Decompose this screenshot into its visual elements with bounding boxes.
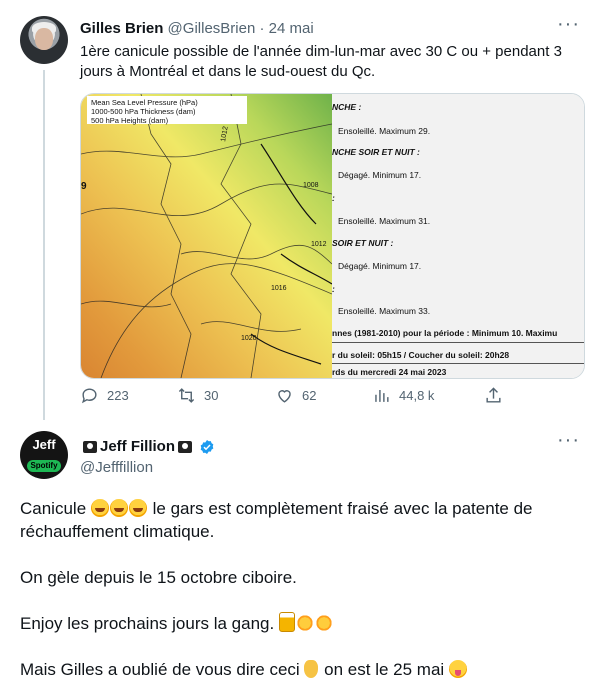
contour-label: 1020 <box>241 335 257 342</box>
contour-label: 1012 <box>311 241 327 248</box>
reply-count: 223 <box>107 388 129 403</box>
forecast-normals: nnes (1981-2010) pour la période : Minim… <box>332 328 558 338</box>
author-handle[interactable]: @GillesBrien <box>168 20 256 37</box>
author-name[interactable]: Gilles Brien <box>80 20 163 37</box>
more-options-icon[interactable]: ··· <box>557 14 580 34</box>
contour-label: 1008 <box>303 182 319 189</box>
beer-emoji <box>278 612 295 632</box>
quoted-parent-tweet[interactable]: Gilles Brien @GillesBrien · 24 mai ··· 1… <box>0 0 600 420</box>
legend-line: 500 hPa Heights (dam) <box>91 116 169 125</box>
retweet-icon <box>178 388 195 403</box>
separator-dot: · <box>259 20 265 37</box>
divider <box>332 363 584 364</box>
legend-line: 1000-500 hPa Thickness (dam) <box>91 107 196 116</box>
pirate-flag-icon <box>178 441 192 453</box>
avatar-jeff-fillion[interactable]: Jeff Spotify <box>20 431 68 479</box>
avatar-jeff-text: Jeff <box>32 437 56 452</box>
paragraph-4: Mais Gilles a oublié de vous dire ceci o… <box>20 658 580 681</box>
main-tweet[interactable]: Jeff Spotify Jeff Fillion @Jefffillion ·… <box>0 420 600 693</box>
tweet-date[interactable]: 24 mai <box>269 20 314 37</box>
legend-line: Mean Sea Level Pressure (hPa) <box>91 98 198 107</box>
thread-connector-line <box>43 70 45 420</box>
sun-emoji <box>314 614 333 632</box>
paragraph-3: Enjoy les prochains jours la gang. <box>20 612 580 635</box>
text-run: On gèle depuis le 15 octobre ciboire. <box>20 568 297 587</box>
forecast-line: Ensoleillé. Maximum 29. <box>338 126 431 136</box>
share-button[interactable] <box>484 386 511 405</box>
more-options-icon[interactable]: ··· <box>557 430 580 450</box>
divider <box>332 342 584 343</box>
forecast-heading: SOIR ET NUIT : <box>332 238 394 248</box>
text-run: on est le 25 mai <box>324 660 445 679</box>
text-run: Canicule <box>20 499 87 518</box>
views-button[interactable]: 44,8 k <box>372 386 434 405</box>
like-button[interactable]: 62 <box>275 386 316 405</box>
forecast-heading: NCHE : <box>332 102 362 112</box>
pirate-flag-icon <box>83 441 97 453</box>
avatar-spotify-badge: Spotify <box>27 460 61 472</box>
contour-label: 9 <box>81 181 87 192</box>
avatar-face <box>35 28 53 50</box>
reply-icon <box>81 388 97 404</box>
like-count: 62 <box>302 388 317 403</box>
tweet-body: Canicule le gars est complètement fraisé… <box>20 497 580 681</box>
weather-map: 1012 1008 1012 1016 1020 9 <box>81 94 332 378</box>
forecast-line: Dégagé. Minimum 17. <box>338 170 422 180</box>
author-name-row[interactable]: Jeff Fillion <box>80 437 215 457</box>
tweet-text: 1ère canicule possible de l'année dim-lu… <box>80 43 562 80</box>
pointing-down-emoji <box>304 660 319 678</box>
paragraph-1-cont: réchauffement climatique. <box>20 520 580 543</box>
avatar-gilles-brien[interactable] <box>20 16 68 64</box>
forecast-line: Dégagé. Minimum 17. <box>338 261 422 271</box>
author-handle[interactable]: @Jefffillion <box>80 458 153 478</box>
tweet-thread: Gilles Brien @GillesBrien · 24 mai ··· 1… <box>0 0 600 693</box>
paragraph-2: On gèle depuis le 15 octobre ciboire. <box>20 566 580 589</box>
text-run: réchauffement climatique. <box>20 522 215 541</box>
retweet-button[interactable]: 30 <box>177 386 218 405</box>
tweet-media-image[interactable]: 1012 1008 1012 1016 1020 9 Mean Sea Leve… <box>80 93 585 379</box>
forecast-date: rds du mercredi 24 mai 2023 <box>332 367 447 377</box>
text-run: Enjoy les prochains jours la gang. <box>20 614 275 633</box>
verified-badge-icon <box>200 440 214 454</box>
tweet-actions: 223 30 62 44,8 k <box>80 386 580 412</box>
forecast-line: Ensoleillé. Maximum 31. <box>338 216 431 226</box>
rofl-emoji <box>90 499 109 517</box>
forecast-heading: NCHE SOIR ET NUIT : <box>332 147 420 157</box>
forecast-line: Ensoleillé. Maximum 33. <box>338 306 431 316</box>
rofl-emoji <box>109 499 128 517</box>
rofl-emoji <box>128 499 147 517</box>
tweet-header: Gilles Brien @GillesBrien · 24 mai <box>80 19 314 39</box>
sun-emoji <box>295 614 314 632</box>
paragraph-1: Canicule le gars est complètement fraisé… <box>20 497 580 520</box>
views-chart-icon <box>375 389 389 402</box>
retweet-count: 30 <box>204 388 219 403</box>
text-run: le gars est complètement fraisé avec la … <box>152 499 533 518</box>
text-run: Mais Gilles a oublié de vous dire ceci <box>20 660 300 679</box>
contour-label: 1016 <box>271 285 287 292</box>
heart-icon <box>278 390 291 403</box>
forecast-heading: : <box>332 284 335 294</box>
forecast-heading: : <box>332 193 335 203</box>
author-name[interactable]: Jeff Fillion <box>100 437 175 457</box>
view-count: 44,8 k <box>399 388 435 403</box>
share-icon <box>486 387 501 403</box>
reply-button[interactable]: 223 <box>80 386 129 405</box>
forecast-text-panel: NCHE : Ensoleillé. Maximum 29. NCHE SOIR… <box>332 94 584 378</box>
forecast-sun-times: r du soleil: 05h15 / Coucher du soleil: … <box>332 350 510 360</box>
map-legend: Mean Sea Level Pressure (hPa) 1000-500 h… <box>87 96 247 125</box>
tongue-emoji <box>448 660 467 678</box>
